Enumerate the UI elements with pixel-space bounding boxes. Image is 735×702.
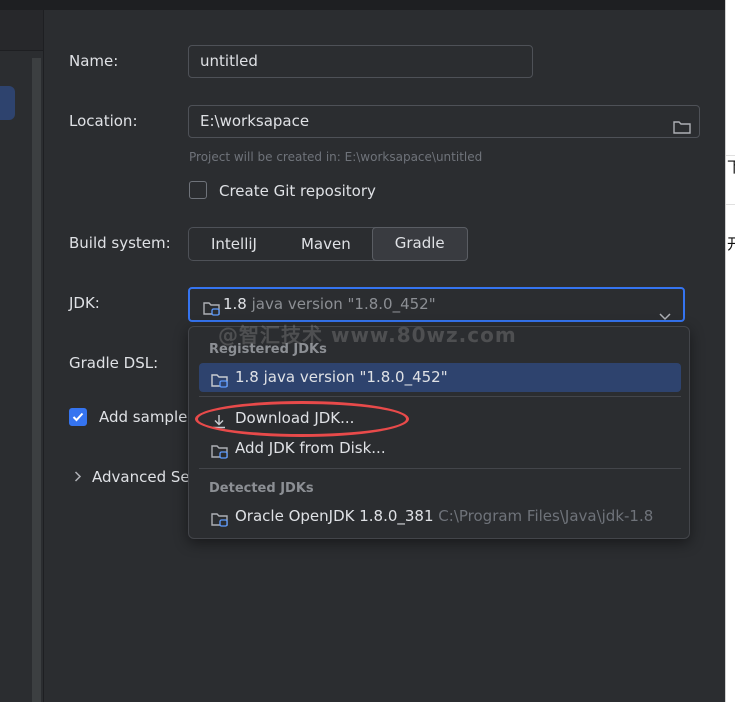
detected-jdks-header: Detected JDKs	[209, 481, 314, 496]
jdk-option-detected[interactable]: Oracle OpenJDK 1.8.0_381 C:\Program File…	[199, 502, 681, 531]
build-system-label: Build system:	[69, 234, 171, 252]
jdk-label: JDK:	[69, 294, 100, 312]
git-label[interactable]: Create Git repository	[219, 182, 376, 200]
build-system-selector: IntelliJ Maven Gradle	[188, 227, 468, 261]
panel-divider	[43, 10, 44, 702]
build-option-maven[interactable]: Maven	[279, 228, 373, 260]
sample-label[interactable]: Add sample	[99, 408, 187, 426]
add-jdk-from-disk-option[interactable]: Add JDK from Disk...	[199, 434, 681, 463]
location-input-value: E:\worksapace	[200, 112, 310, 130]
location-hint: Project will be created in: E:\worksapac…	[189, 150, 483, 164]
advanced-settings-toggle[interactable]: Advanced Se	[74, 468, 190, 486]
jdk-folder-icon	[211, 370, 229, 399]
folder-icon[interactable]	[673, 114, 691, 134]
popup-separator	[199, 396, 681, 397]
annotation-red-circle	[195, 401, 409, 437]
sample-checkbox[interactable]	[69, 408, 87, 426]
build-option-intellij[interactable]: IntelliJ	[189, 228, 279, 260]
watermark: @智汇技术 www.80wz.com	[218, 323, 517, 347]
top-strip	[0, 0, 725, 10]
left-nav-scrollbar[interactable]	[32, 58, 41, 702]
left-nav-selected-item[interactable]	[0, 86, 15, 120]
name-input-value: untitled	[200, 52, 258, 70]
jdk-folder-icon	[211, 441, 229, 470]
jdk-folder-icon	[211, 509, 229, 538]
advanced-settings-label: Advanced Se	[92, 468, 190, 486]
name-input[interactable]: untitled	[188, 45, 533, 78]
left-nav-header	[0, 10, 43, 51]
jdk-option-detected-name: Oracle OpenJDK 1.8.0_381	[235, 507, 439, 525]
gradle-dsl-label: Gradle DSL:	[69, 354, 159, 372]
jdk-combobox[interactable]: 1.8 java version "1.8.0_452"	[188, 287, 685, 322]
jdk-version: 1.8	[223, 295, 252, 313]
git-checkbox[interactable]	[189, 181, 207, 199]
right-edge-glyph: 下	[727, 158, 735, 176]
name-label: Name:	[69, 52, 119, 70]
chevron-right-icon	[74, 468, 82, 486]
jdk-option-registered[interactable]: 1.8 java version "1.8.0_452"	[199, 363, 681, 392]
location-label: Location:	[69, 112, 138, 130]
location-input[interactable]: E:\worksapace	[188, 105, 700, 138]
jdk-description: java version "1.8.0_452"	[251, 295, 436, 313]
add-jdk-from-disk-label: Add JDK from Disk...	[235, 439, 386, 457]
jdk-option-registered-label: 1.8 java version "1.8.0_452"	[235, 368, 448, 386]
popup-separator	[199, 468, 681, 469]
jdk-option-detected-path: C:\Program Files\Java\jdk-1.8	[438, 507, 654, 525]
right-edge-background-window: 下 开	[725, 0, 735, 702]
right-edge-glyph: 开	[727, 235, 735, 253]
build-option-gradle[interactable]: Gradle	[371, 227, 468, 261]
